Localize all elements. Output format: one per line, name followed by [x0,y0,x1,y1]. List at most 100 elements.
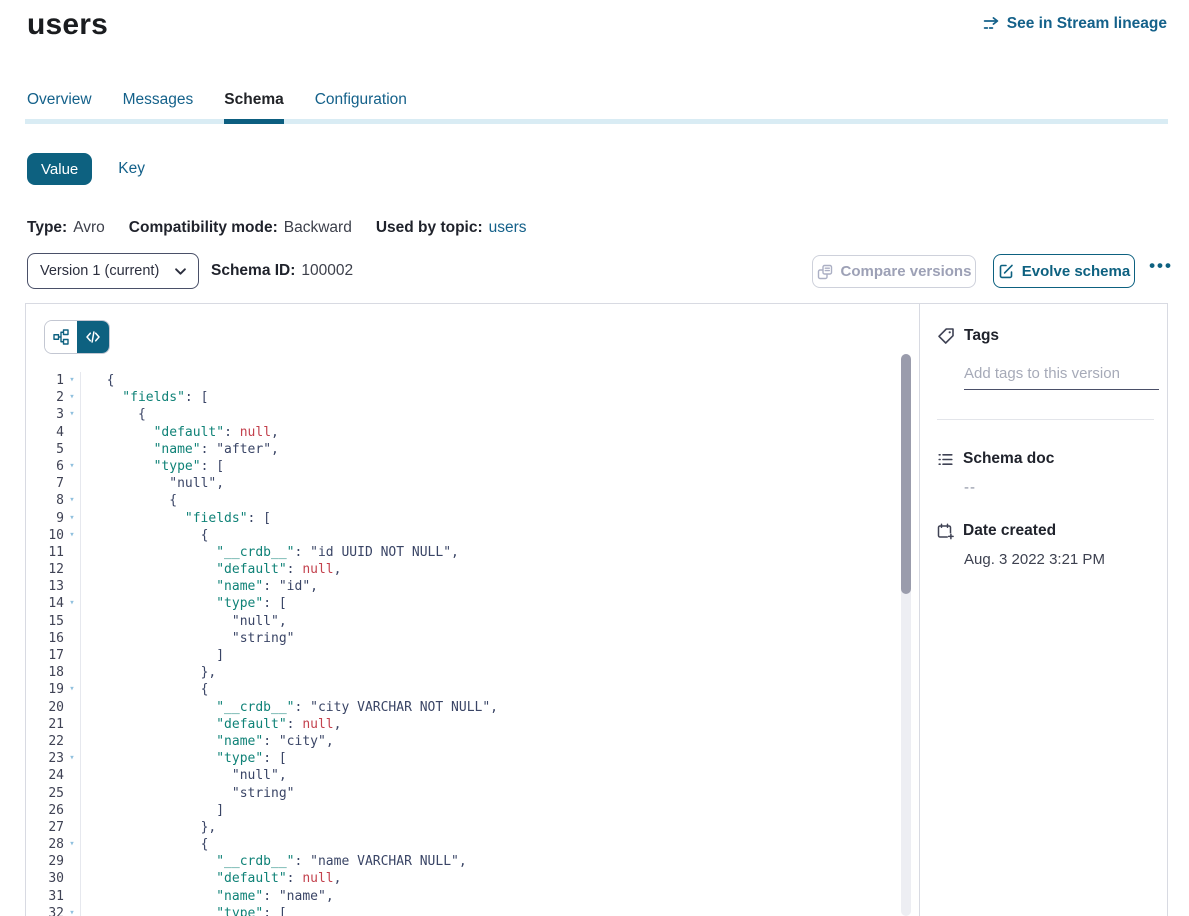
line-number: 19 [26,681,64,698]
code-text: { [80,406,146,423]
fold-spacer [64,630,80,647]
code-text: "type": [ [80,595,287,612]
tab-overview[interactable]: Overview [27,91,92,124]
line-number: 28 [26,836,64,853]
line-number: 6 [26,458,64,475]
compatibility-label: Compatibility mode: [129,219,278,237]
code-line: 23▾"type": [ [26,750,919,767]
version-select[interactable]: Version 1 (current) [27,253,199,289]
stream-lineage-link[interactable]: See in Stream lineage [983,15,1167,33]
fold-toggle-icon[interactable]: ▾ [64,681,80,698]
code-text: "string" [80,785,295,802]
tab-messages[interactable]: Messages [123,91,194,124]
code-line: 18}, [26,664,919,681]
code-line: 1▾{ [26,372,919,389]
line-number: 26 [26,802,64,819]
code-view-icon [85,329,101,345]
line-number: 3 [26,406,64,423]
date-created-value: Aug. 3 2022 3:21 PM [964,551,1154,568]
code-text: "__crdb__": "city VARCHAR NOT NULL", [80,699,498,716]
code-line: 19▾{ [26,681,919,698]
code-line: 32▾"type": [ [26,905,919,916]
code-text: { [80,527,208,544]
schema-id-value: 100002 [301,262,353,280]
line-number: 30 [26,870,64,887]
line-number: 13 [26,578,64,595]
code-view-button[interactable] [77,321,109,353]
fold-spacer [64,664,80,681]
fold-spacer [64,544,80,561]
line-number: 4 [26,424,64,441]
code-text: { [80,372,114,389]
code-line: 22"name": "city", [26,733,919,750]
compare-versions-button[interactable]: Compare versions [812,255,976,288]
fold-toggle-icon[interactable]: ▾ [64,389,80,406]
code-line: 3▾{ [26,406,919,423]
line-number: 25 [26,785,64,802]
fold-spacer [64,561,80,578]
fold-toggle-icon[interactable]: ▾ [64,458,80,475]
line-number: 18 [26,664,64,681]
fold-spacer [64,441,80,458]
fold-spacer [64,716,80,733]
add-tags-input[interactable] [964,365,1159,390]
code-line: 15"null", [26,613,919,630]
fold-toggle-icon[interactable]: ▾ [64,510,80,527]
page-title: users [27,8,108,42]
tab-configuration[interactable]: Configuration [315,91,407,124]
code-text: "default": null, [80,716,341,733]
code-text: "fields": [ [80,389,208,406]
line-number: 1 [26,372,64,389]
code-line: 9▾"fields": [ [26,510,919,527]
code-line: 30"default": null, [26,870,919,887]
code-text: "fields": [ [80,510,271,527]
more-actions-button[interactable]: ••• [1144,252,1178,280]
fold-spacer [64,475,80,492]
line-number: 11 [26,544,64,561]
key-tab-button[interactable]: Key [118,160,145,178]
topic-link[interactable]: users [489,219,527,237]
schema-part-toggle: Value Key [27,153,145,185]
code-line: 5"name": "after", [26,441,919,458]
line-number: 24 [26,767,64,784]
code-text: ] [80,647,224,664]
schema-meta-row: Type:Avro Compatibility mode:Backward Us… [27,219,551,237]
scrollbar-track[interactable] [901,354,911,916]
value-tab-button[interactable]: Value [27,153,92,185]
code-text: }, [80,664,216,681]
fold-toggle-icon[interactable]: ▾ [64,750,80,767]
fold-toggle-icon[interactable]: ▾ [64,406,80,423]
schema-sidebar: Tags Schema doc -- Date created [919,304,1167,916]
line-number: 27 [26,819,64,836]
fold-toggle-icon[interactable]: ▾ [64,836,80,853]
fold-toggle-icon[interactable]: ▾ [64,372,80,389]
line-number: 16 [26,630,64,647]
code-line: 2▾"fields": [ [26,389,919,406]
line-number: 12 [26,561,64,578]
code-line: 13"name": "id", [26,578,919,595]
code-line: 20"__crdb__": "city VARCHAR NOT NULL", [26,699,919,716]
evolve-schema-button[interactable]: Evolve schema [993,254,1135,288]
fold-toggle-icon[interactable]: ▾ [64,527,80,544]
compare-versions-icon [817,264,833,280]
code-text: "type": [ [80,905,287,916]
used-by-topic-label: Used by topic: [376,219,483,237]
fold-spacer [64,647,80,664]
tag-icon [937,327,955,345]
code-text: }, [80,819,216,836]
line-number: 32 [26,905,64,916]
fold-toggle-icon[interactable]: ▾ [64,492,80,509]
code-line: 27}, [26,819,919,836]
list-icon [937,451,954,468]
code-text: "__crdb__": "id UUID NOT NULL", [80,544,459,561]
fold-toggle-icon[interactable]: ▾ [64,595,80,612]
code-line: 11 "__crdb__": "id UUID NOT NULL", [26,544,919,561]
editor-view-toggle [44,320,110,354]
code-line: 28▾{ [26,836,919,853]
scrollbar-thumb[interactable] [901,354,911,594]
line-number: 29 [26,853,64,870]
fold-toggle-icon[interactable]: ▾ [64,905,80,916]
tab-schema[interactable]: Schema [224,91,283,124]
line-number: 17 [26,647,64,664]
tree-view-button[interactable] [45,321,77,353]
